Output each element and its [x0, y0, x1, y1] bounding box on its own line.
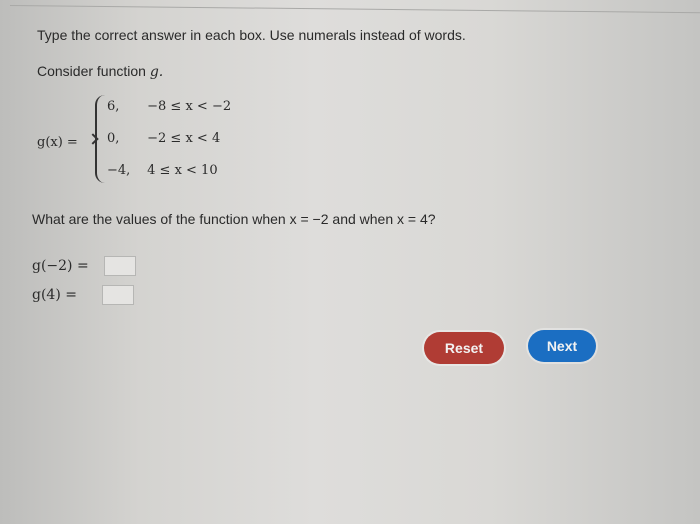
- case-condition: 4 ≤ x < 10: [147, 163, 218, 178]
- answer-input-g-4[interactable]: [102, 285, 134, 305]
- answer-row: g(4) =: [32, 285, 134, 305]
- answer-label: g(−2) =: [32, 258, 89, 274]
- consider-prefix: Consider function: [37, 63, 150, 79]
- next-button[interactable]: Next: [528, 330, 596, 362]
- answer-row: g(−2) =: [32, 256, 136, 276]
- piecewise-function: g(x) = 6, −8 ≤ x < −2 0, −2 ≤ x < 4 −4, …: [37, 93, 297, 193]
- question-text: What are the values of the function when…: [32, 211, 436, 227]
- instruction-text: Type the correct answer in each box. Use…: [37, 27, 466, 43]
- case-row: 0, −2 ≤ x < 4: [107, 131, 220, 146]
- consider-text: Consider function g.: [37, 63, 163, 80]
- answer-label: g(4) =: [32, 287, 77, 303]
- function-lhs: g(x) =: [37, 135, 78, 150]
- top-divider: [9, 5, 700, 14]
- case-value: 0,: [107, 131, 120, 146]
- case-value: 6,: [107, 99, 120, 114]
- case-condition: −8 ≤ x < −2: [147, 99, 232, 114]
- case-row: 6, −8 ≤ x < −2: [107, 99, 231, 114]
- reset-button[interactable]: Reset: [424, 332, 504, 364]
- function-name: g.: [149, 64, 164, 80]
- brace: [95, 95, 105, 183]
- case-condition: −2 ≤ x < 4: [147, 131, 221, 146]
- case-row: −4, 4 ≤ x < 10: [107, 163, 218, 178]
- case-value: −4,: [107, 163, 131, 178]
- answer-input-g-neg2[interactable]: [104, 256, 136, 276]
